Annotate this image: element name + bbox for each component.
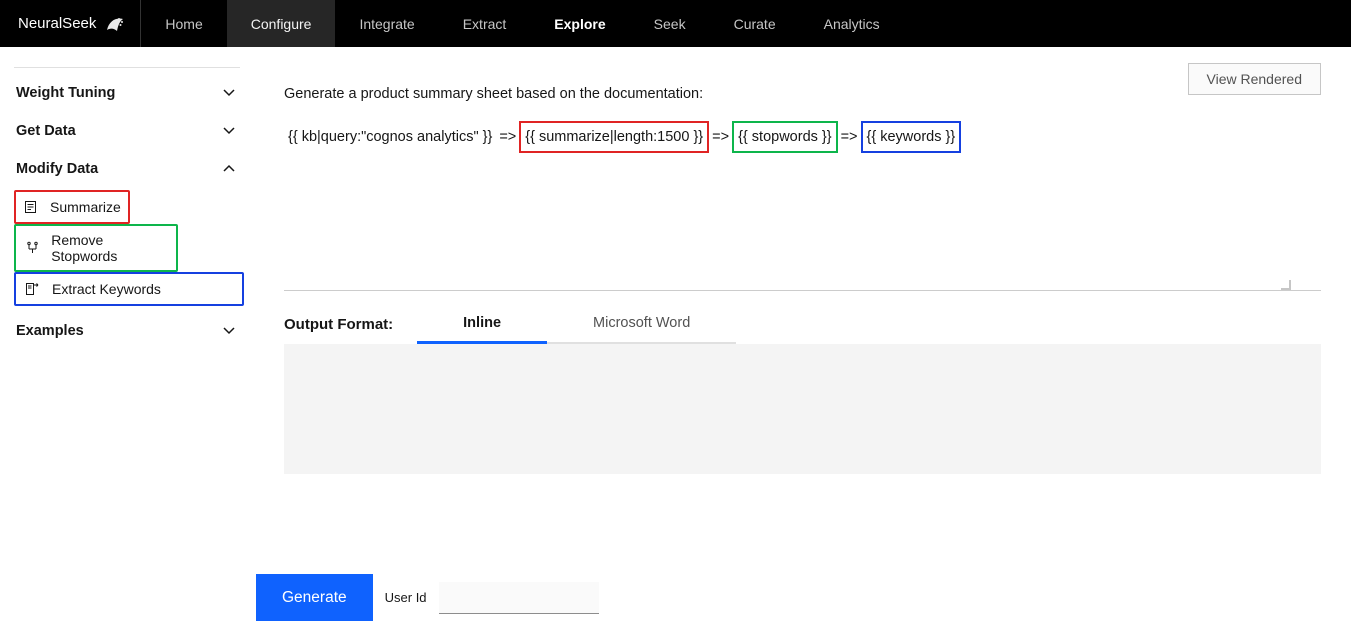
brand-name: NeuralSeek [18, 15, 96, 32]
sidebar-item-label: Summarize [50, 199, 121, 215]
chevron-up-icon [220, 160, 238, 178]
modify-data-items: Summarize Remove Stopwords Extract Keywo… [0, 188, 254, 312]
prompt-token-line: {{ kb|query:"cognos analytics" }}=>{{ su… [284, 107, 1321, 153]
chevron-down-icon [220, 122, 238, 140]
token-summarize: {{ summarize|length:1500 }} [519, 121, 709, 153]
nav-items: Home Configure Integrate Extract Explore… [141, 0, 903, 47]
nav-home[interactable]: Home [141, 0, 226, 47]
sidebar-section-modify-data[interactable]: Modify Data [0, 150, 254, 188]
userid-label: User Id [385, 590, 427, 605]
top-nav: NeuralSeek Home Configure Integrate Extr… [0, 0, 1351, 47]
resize-handle[interactable] [1281, 280, 1291, 290]
sidebar-section-label: Get Data [16, 123, 76, 139]
tab-microsoft-word[interactable]: Microsoft Word [547, 305, 736, 344]
sidebar-section-weight-tuning[interactable]: Weight Tuning [0, 74, 254, 112]
token-arrow: => [712, 124, 729, 150]
sidebar-section-label: Weight Tuning [16, 85, 115, 101]
sidebar-section-label: Examples [16, 323, 84, 339]
nav-explore[interactable]: Explore [530, 0, 629, 47]
nav-seek[interactable]: Seek [630, 0, 710, 47]
sidebar-item-label: Extract Keywords [52, 281, 161, 297]
brand-logo-icon [104, 13, 126, 35]
remove-stopwords-icon [24, 239, 41, 257]
token-stopwords: {{ stopwords }} [732, 121, 838, 153]
extract-keywords-icon [24, 280, 42, 298]
nav-curate[interactable]: Curate [710, 0, 800, 47]
userid-input[interactable] [439, 582, 599, 614]
summarize-icon [24, 198, 40, 216]
sidebar-item-label: Remove Stopwords [51, 232, 168, 264]
token-kb: {{ kb|query:"cognos analytics" }} [284, 123, 496, 151]
output-format-label: Output Format: [284, 316, 393, 333]
nav-analytics[interactable]: Analytics [800, 0, 904, 47]
generate-button[interactable]: Generate [256, 574, 373, 621]
chevron-down-icon [220, 84, 238, 102]
main-content: View Rendered Generate a product summary… [254, 47, 1351, 621]
tab-inline[interactable]: Inline [417, 305, 547, 344]
nav-integrate[interactable]: Integrate [335, 0, 438, 47]
output-area [284, 344, 1321, 474]
token-keywords: {{ keywords }} [861, 121, 962, 153]
sidebar-item-remove-stopwords[interactable]: Remove Stopwords [14, 224, 178, 272]
prompt-text: Generate a product summary sheet based o… [284, 71, 1321, 107]
sidebar-section-get-data[interactable]: Get Data [0, 112, 254, 150]
nav-configure[interactable]: Configure [227, 0, 336, 47]
sidebar: Weight Tuning Get Data Modify Data Summa… [0, 47, 254, 621]
nav-extract[interactable]: Extract [439, 0, 531, 47]
brand: NeuralSeek [0, 0, 141, 47]
sidebar-item-summarize[interactable]: Summarize [14, 190, 130, 224]
output-format-tabs: Inline Microsoft Word [417, 305, 736, 344]
token-arrow: => [841, 124, 858, 150]
sidebar-divider [14, 67, 240, 68]
output-format-row: Output Format: Inline Microsoft Word [284, 301, 1321, 344]
sidebar-item-extract-keywords[interactable]: Extract Keywords [14, 272, 244, 306]
chevron-down-icon [220, 322, 238, 340]
sidebar-section-label: Modify Data [16, 161, 98, 177]
bottom-bar: Generate User Id [256, 574, 599, 621]
prompt-editor[interactable]: Generate a product summary sheet based o… [284, 71, 1321, 291]
token-arrow: => [499, 124, 516, 150]
sidebar-section-examples[interactable]: Examples [0, 312, 254, 350]
